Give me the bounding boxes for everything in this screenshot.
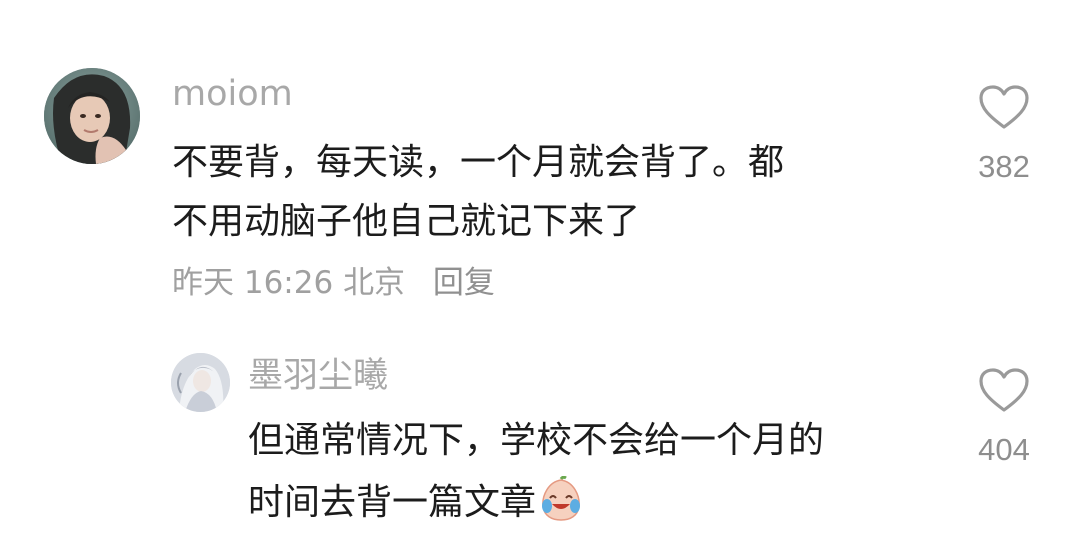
like-button[interactable]: 404 bbox=[959, 366, 1049, 465]
reply-text: 但通常情况下，学校不会给一个月的 时间去背一篇文章 bbox=[248, 423, 824, 522]
profile-photo-icon bbox=[171, 353, 230, 412]
comment-meta: 昨天 16:26 北京 回复 bbox=[172, 268, 495, 299]
reply-button[interactable]: 回复 bbox=[433, 265, 495, 301]
profile-photo-icon bbox=[44, 68, 140, 164]
location-label: 北京 bbox=[343, 265, 406, 301]
username[interactable]: moiom bbox=[172, 77, 293, 112]
heart-icon bbox=[979, 368, 1029, 412]
username[interactable]: 墨羽尘曦 bbox=[248, 359, 388, 394]
heart-icon bbox=[979, 85, 1029, 129]
avatar[interactable] bbox=[44, 68, 140, 164]
like-button[interactable]: 382 bbox=[959, 83, 1049, 182]
comment-text: 不要背，每天读，一个月就会背了。都 不用动脑子他自己就记下来了 bbox=[172, 145, 784, 240]
reply-text-segment: 时间去背一篇文章 bbox=[248, 482, 537, 523]
reply-text-line: 但通常情况下，学校不会给一个月的 bbox=[248, 420, 825, 461]
avatar[interactable] bbox=[171, 353, 230, 412]
date-label: 昨天 bbox=[172, 265, 234, 301]
reply-text-line: 时间去背一篇文章 bbox=[248, 476, 824, 522]
like-count: 382 bbox=[978, 149, 1030, 184]
comment-text-line: 不要背，每天读，一个月就会背了。都 bbox=[172, 142, 785, 183]
time-label: 16:26 bbox=[243, 265, 334, 301]
crying-laughing-emoji-icon bbox=[542, 476, 581, 521]
like-count: 404 bbox=[978, 432, 1030, 467]
comment-text-line: 不用动脑子他自己就记下来了 bbox=[172, 201, 641, 242]
